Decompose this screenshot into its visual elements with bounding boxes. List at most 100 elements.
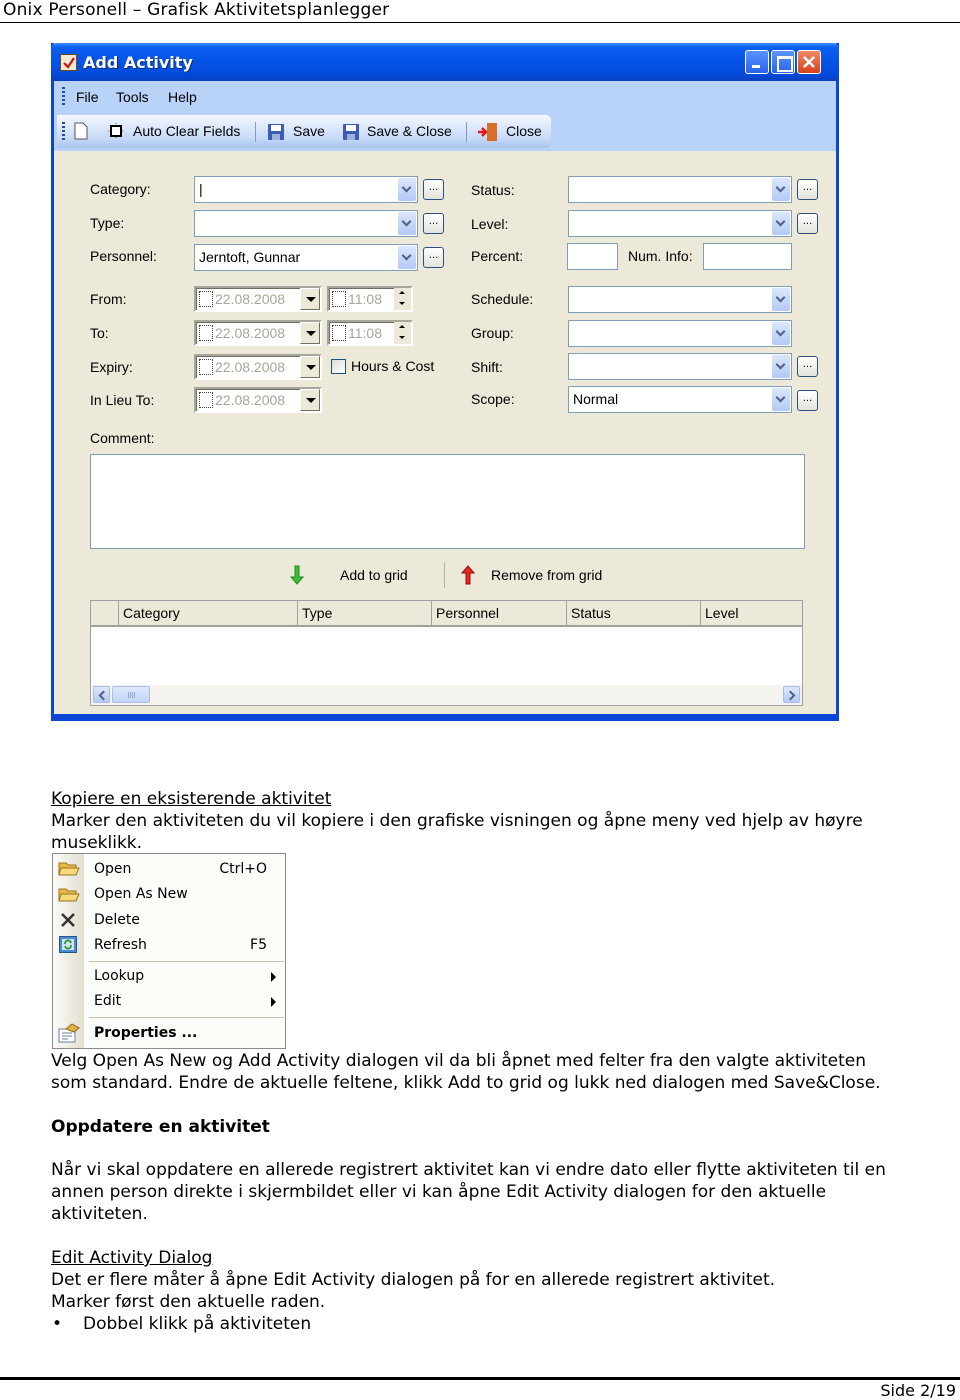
in-lieu-date-checkbox[interactable] — [199, 392, 213, 408]
chevron-down-icon[interactable] — [772, 288, 790, 311]
menu-item-lookup[interactable]: Lookup — [94, 968, 144, 984]
spinner-icon[interactable] — [394, 322, 411, 344]
category-label: Category: — [90, 181, 151, 197]
section-heading-update: Oppdatere en aktivitet — [51, 1117, 270, 1137]
comment-textarea[interactable] — [90, 454, 805, 549]
to-label: To: — [90, 325, 109, 341]
submenu-arrow-icon — [271, 972, 276, 982]
dialog-title: Add Activity — [83, 53, 193, 72]
scroll-left-icon[interactable] — [93, 686, 110, 703]
bullet-item: Dobbel klikk på aktiviteten — [83, 1314, 312, 1334]
auto-clear-fields-button[interactable]: Auto Clear Fields — [133, 123, 240, 139]
from-date-checkbox[interactable] — [199, 291, 213, 307]
menu-help[interactable]: Help — [168, 89, 197, 105]
from-date-picker[interactable]: 22.08.2008 — [194, 286, 322, 312]
from-time-checkbox[interactable] — [332, 291, 346, 307]
chevron-down-icon[interactable] — [398, 178, 416, 201]
column-header-level[interactable]: Level — [700, 601, 802, 625]
menu-item-properties[interactable]: Properties ... — [94, 1025, 197, 1041]
menu-separator — [89, 1017, 284, 1018]
dropdown-arrow-icon[interactable] — [300, 356, 320, 378]
new-document-icon[interactable] — [74, 122, 88, 140]
add-to-grid-button[interactable]: Add to grid — [340, 567, 408, 583]
type-browse-button[interactable]: ... — [423, 213, 444, 234]
category-value: | — [199, 181, 203, 197]
remove-from-grid-button[interactable]: Remove from grid — [491, 567, 602, 583]
dropdown-arrow-icon[interactable] — [300, 389, 320, 411]
type-label: Type: — [90, 215, 125, 231]
menu-tools[interactable]: Tools — [116, 89, 149, 105]
shift-browse-button[interactable]: ... — [797, 356, 818, 377]
open-folder-new-icon — [58, 888, 80, 902]
scroll-right-icon[interactable] — [783, 686, 800, 703]
expiry-date-checkbox[interactable] — [199, 359, 213, 375]
status-label: Status: — [471, 182, 515, 198]
chevron-down-icon[interactable] — [772, 212, 790, 235]
menu-item-edit[interactable]: Edit — [94, 993, 121, 1009]
in-lieu-to-date-picker[interactable]: 22.08.2008 — [194, 387, 322, 413]
menu-item-delete[interactable]: Delete — [94, 912, 140, 928]
activity-grid[interactable]: Category Type Personnel Status Level — [90, 600, 803, 706]
category-combo[interactable]: | — [194, 176, 418, 203]
in-lieu-to-label: In Lieu To: — [90, 392, 155, 408]
scope-value: Normal — [573, 391, 619, 407]
shortcut-open: Ctrl+O — [219, 861, 267, 877]
column-header-personnel[interactable]: Personnel — [431, 601, 566, 625]
scrollbar-thumb[interactable] — [112, 686, 150, 703]
hours-cost-checkbox[interactable] — [331, 359, 346, 374]
num-info-input[interactable] — [703, 243, 792, 270]
expiry-date-picker[interactable]: 22.08.2008 — [194, 354, 322, 380]
shortcut-refresh: F5 — [250, 937, 267, 953]
level-combo[interactable] — [568, 210, 792, 237]
properties-icon — [58, 1023, 80, 1043]
to-date-value: 22.08.2008 — [215, 325, 286, 341]
category-browse-button[interactable]: ... — [423, 179, 444, 200]
status-browse-button[interactable]: ... — [797, 179, 818, 200]
personnel-combo[interactable]: Jerntoft, Gunnar — [194, 244, 418, 271]
menu-item-refresh[interactable]: Refresh — [94, 937, 147, 953]
close-window-button[interactable] — [797, 50, 821, 74]
save-button[interactable]: Save — [293, 123, 325, 139]
menu-item-open-as-new[interactable]: Open As New — [94, 886, 188, 902]
menu-file[interactable]: File — [76, 89, 99, 105]
column-header-status[interactable]: Status — [566, 601, 700, 625]
percent-input[interactable] — [567, 243, 618, 270]
level-browse-button[interactable]: ... — [797, 213, 818, 234]
chevron-down-icon[interactable] — [772, 355, 790, 378]
scope-browse-button[interactable]: ... — [797, 390, 818, 411]
column-header-category[interactable]: Category — [118, 601, 297, 625]
chevron-down-icon[interactable] — [398, 246, 416, 269]
dialog-titlebar[interactable]: Add Activity — [51, 43, 839, 81]
chevron-down-icon[interactable] — [772, 388, 790, 411]
spinner-icon[interactable] — [394, 288, 411, 310]
close-button[interactable]: Close — [506, 123, 542, 139]
to-date-picker[interactable]: 22.08.2008 — [194, 320, 322, 346]
maximize-button[interactable] — [771, 50, 795, 74]
hours-cost-label[interactable]: Hours & Cost — [351, 358, 434, 374]
save-and-close-button[interactable]: Save & Close — [367, 123, 452, 139]
from-time-picker[interactable]: 11:08 — [327, 286, 413, 312]
to-date-checkbox[interactable] — [199, 325, 213, 341]
to-time-checkbox[interactable] — [332, 325, 346, 341]
document-header-title: Onix Personell – Grafisk Aktivitetsplanl… — [3, 0, 390, 20]
minimize-button[interactable] — [745, 50, 769, 74]
dropdown-arrow-icon[interactable] — [300, 322, 320, 344]
group-combo[interactable] — [568, 320, 792, 347]
personnel-browse-button[interactable]: ... — [423, 247, 444, 268]
menu-item-open[interactable]: Open — [94, 861, 131, 877]
schedule-combo[interactable] — [568, 286, 792, 313]
arrow-up-red-icon — [461, 565, 475, 585]
chevron-down-icon[interactable] — [772, 178, 790, 201]
horizontal-scrollbar[interactable] — [91, 685, 802, 705]
scope-combo[interactable]: Normal — [568, 386, 792, 413]
status-combo[interactable] — [568, 176, 792, 203]
chevron-down-icon[interactable] — [398, 212, 416, 235]
num-info-label: Num. Info: — [628, 248, 693, 264]
shift-combo[interactable] — [568, 353, 792, 380]
dropdown-arrow-icon[interactable] — [300, 288, 320, 310]
column-header-type[interactable]: Type — [297, 601, 431, 625]
type-combo[interactable] — [194, 210, 418, 237]
chevron-down-icon[interactable] — [772, 322, 790, 345]
to-time-picker[interactable]: 11:08 — [327, 320, 413, 346]
section-heading-edit-dialog: Edit Activity Dialog — [51, 1248, 213, 1268]
